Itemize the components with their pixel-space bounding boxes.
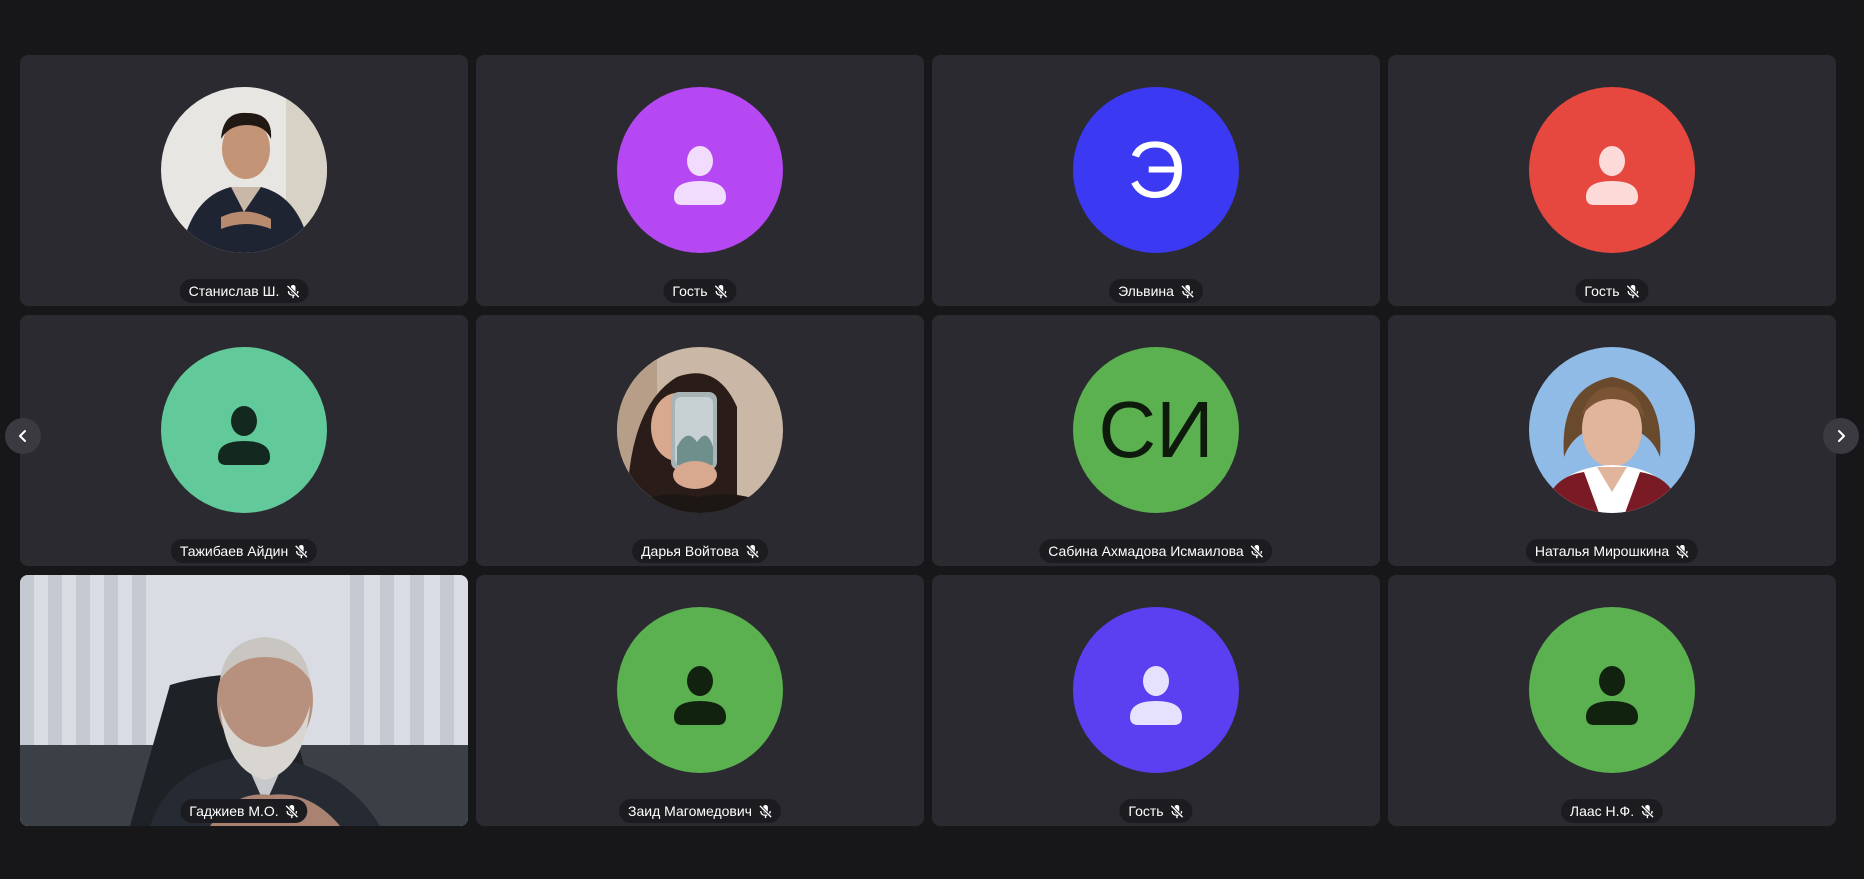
participant-name-label: Заид Магомедович (619, 799, 781, 823)
participant-video (20, 575, 468, 826)
mic-muted-icon (1250, 544, 1264, 558)
person-icon (1586, 146, 1638, 205)
participant-avatar-initials: Э (1073, 87, 1239, 253)
participant-name-label: Гаджиев М.О. (180, 799, 308, 823)
participant-name: Заид Магомедович (628, 803, 752, 819)
person-icon (1586, 666, 1638, 725)
chevron-right-icon (1838, 430, 1845, 442)
person-icon (1130, 666, 1182, 725)
participant-name-label: Гость (663, 279, 737, 303)
person-icon (218, 406, 270, 465)
participant-name: Сабина Ахмадова Исмаилова (1048, 543, 1244, 559)
participant-tile[interactable]: Станислав Ш. (20, 55, 468, 306)
mic-muted-icon (295, 544, 309, 558)
mic-muted-icon (745, 544, 760, 558)
participant-tile[interactable]: Заид Магомедович (476, 575, 924, 826)
avatar-initials: Э (1127, 125, 1185, 214)
participant-tile[interactable]: Наталья Мирошкина (1388, 315, 1836, 566)
participant-avatar-icon (1529, 607, 1695, 773)
participant-name-label: Эльвина (1109, 279, 1203, 303)
participant-name: Гаджиев М.О. (189, 803, 279, 819)
mic-muted-icon (1640, 804, 1655, 818)
participant-avatar-icon (617, 87, 783, 253)
mic-muted-icon (285, 804, 299, 818)
participant-name-label: Гость (1119, 799, 1193, 823)
participant-name-label: Гость (1575, 279, 1649, 303)
participant-avatar-photo (1529, 347, 1695, 513)
participant-name: Наталья Мирошкина (1534, 543, 1670, 559)
participant-name: Гость (1584, 283, 1620, 299)
participant-tile[interactable]: Гость (1388, 55, 1836, 306)
participant-avatar-icon (1529, 87, 1695, 253)
participants-grid: Станислав Ш. Гость Э Эльвина Гость Тажиб… (20, 55, 1836, 826)
person-icon (674, 146, 726, 205)
avatar-initials: СИ (1098, 385, 1214, 474)
participant-name: Станислав Ш. (188, 283, 280, 299)
mic-muted-icon (1676, 544, 1690, 558)
participant-name: Гость (1128, 803, 1164, 819)
participant-name-label: Тажибаев Айдин (170, 539, 318, 563)
participant-name-label: Лаас Н.Ф. (1560, 799, 1664, 823)
participant-tile[interactable]: Гость (476, 55, 924, 306)
mic-muted-icon (1170, 804, 1184, 818)
participant-name: Эльвина (1118, 283, 1174, 299)
participant-avatar-icon (161, 347, 327, 513)
participant-avatar-photo (161, 87, 327, 253)
participant-name-label: Сабина Ахмадова Исмаилова (1039, 539, 1273, 563)
mic-muted-icon (1626, 284, 1640, 298)
participant-avatar-icon (617, 607, 783, 773)
participant-name-label: Станислав Ш. (179, 279, 309, 303)
participant-name-label: Дарья Войтова (632, 539, 768, 563)
participant-avatar-initials: СИ (1073, 347, 1239, 513)
participant-name: Тажибаев Айдин (179, 543, 289, 559)
participant-tile[interactable]: Гаджиев М.О. (20, 575, 468, 826)
mic-muted-icon (758, 804, 773, 818)
participant-avatar-photo (617, 347, 783, 513)
participant-avatar-icon (1073, 607, 1239, 773)
participant-name: Гость (672, 283, 708, 299)
participant-tile[interactable]: СИ Сабина Ахмадова Исмаилова (932, 315, 1380, 566)
participant-tile[interactable]: Дарья Войтова (476, 315, 924, 566)
participant-name-label: Наталья Мирошкина (1525, 539, 1699, 563)
mic-muted-icon (1180, 284, 1195, 298)
participant-tile[interactable]: Тажибаев Айдин (20, 315, 468, 566)
participant-tile[interactable]: Лаас Н.Ф. (1388, 575, 1836, 826)
mic-muted-icon (286, 284, 300, 298)
participant-tile[interactable]: Гость (932, 575, 1380, 826)
chevron-left-icon (19, 430, 26, 442)
mic-muted-icon (714, 284, 728, 298)
person-icon (674, 666, 726, 725)
participant-name: Лаас Н.Ф. (1569, 803, 1635, 819)
participant-tile[interactable]: Э Эльвина (932, 55, 1380, 306)
prev-page-button[interactable] (5, 418, 41, 454)
next-page-button[interactable] (1823, 418, 1859, 454)
participant-name: Дарья Войтова (641, 543, 739, 559)
